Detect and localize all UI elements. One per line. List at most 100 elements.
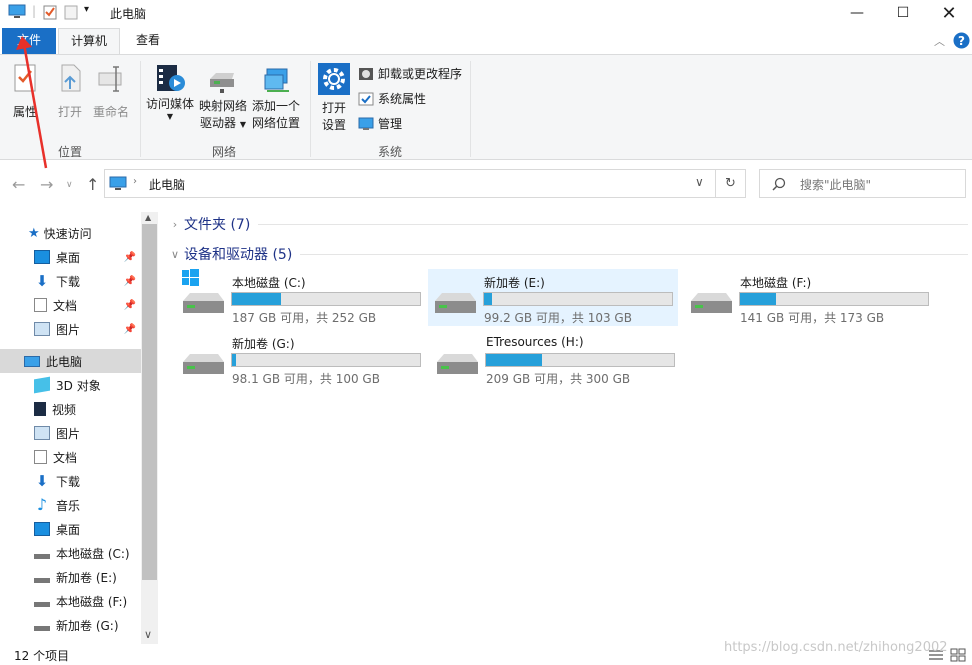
nav-this-pc[interactable]: 此电脑 [0,349,142,373]
access-media-button[interactable]: 访问媒体 ▼ [145,61,195,121]
nav-downloads[interactable]: ⬇ 下载 [0,469,142,493]
nav-quick-access[interactable]: ★ 快速访问 [0,221,142,245]
drive-tile[interactable]: ETresources (H:) 209 GB 可用，共 300 GB [430,330,680,387]
nav-label: 文档 [53,298,78,313]
nav-scrollbar-thumb[interactable] [142,224,157,580]
group-divider [470,61,471,157]
hard-drive-icon [691,293,732,313]
refresh-button[interactable]: ↻ [716,169,746,198]
drive-tile[interactable]: 新加卷 (G:) 98.1 GB 可用，共 100 GB [176,330,426,387]
svg-text:?: ? [958,34,965,48]
forward-arrow-icon[interactable]: → [40,175,53,194]
expand-chevron-icon[interactable]: › [166,218,184,231]
recent-locations-chevron-icon[interactable]: ∨ [66,180,73,190]
minimize-button[interactable]: — [834,0,880,26]
devices-group-label: 设备和驱动器 (5) [184,247,293,263]
nav-desktop[interactable]: 桌面 [0,517,142,541]
document-icon [34,450,47,464]
manage-label: 管理 [378,117,403,131]
system-properties-button[interactable]: 系统属性 [358,90,426,107]
map-network-drive-button[interactable]: 映射网络 驱动器 ▼ [196,69,250,133]
tab-file[interactable]: 文件 [2,28,56,54]
open-settings-line1: 打开 [321,101,346,115]
properties-button[interactable]: 属性 [6,63,44,121]
uninstall-label: 卸载或更改程序 [378,67,463,81]
pin-icon[interactable]: 📌 [124,252,136,263]
group-divider [300,253,968,255]
drive-name: 新加卷 (G:) [232,337,295,351]
nav-label: 新加卷 (E:) [56,570,117,585]
help-icon[interactable]: ? [953,32,970,49]
nav-videos[interactable]: 视频 [0,397,142,421]
add-network-location-button[interactable]: 添加一个 网络位置 [250,67,302,132]
drive-usage-bar [739,292,929,306]
open-button[interactable]: 打开 [52,63,88,121]
back-arrow-icon[interactable]: ← [12,175,25,194]
nav-pictures[interactable]: 图片 [0,421,142,445]
new-folder-quick-icon[interactable] [64,4,78,20]
nav-music[interactable]: ♪ 音乐 [0,493,142,517]
nav-label: 本地磁盘 (F:) [56,594,128,609]
windows-drive-icon [183,293,224,313]
open-settings-button[interactable]: 打开 设置 [316,63,352,134]
address-dropdown-chevron-icon[interactable]: ∨ [695,175,704,189]
drive-tile[interactable]: 本地磁盘 (C:) 187 GB 可用，共 252 GB [176,269,426,326]
close-button[interactable]: ✕ [926,0,972,26]
rename-icon [98,66,122,92]
large-icons-view-icon[interactable] [950,648,966,662]
collapse-ribbon-icon[interactable]: ︿ [934,33,945,49]
windows-logo-icon [182,269,199,286]
pin-icon[interactable]: 📌 [124,276,136,287]
properties-quick-icon[interactable] [42,4,58,20]
search-box[interactable]: 搜索"此电脑" [759,169,966,198]
nav-quick-downloads[interactable]: ⬇ 下载 📌 [0,269,142,293]
rename-button[interactable]: 重命名 [90,63,132,121]
nav-documents[interactable]: 文档 [0,445,142,469]
nav-drive-g[interactable]: 新加卷 (G:) [0,613,142,637]
collapse-chevron-icon[interactable]: ∨ [166,248,184,261]
desktop-icon [34,250,50,264]
search-placeholder: 搜索"此电脑" [800,178,872,192]
drive-tile[interactable]: 新加卷 (E:) 99.2 GB 可用，共 103 GB [428,269,678,326]
pin-icon[interactable]: 📌 [124,324,136,335]
open-icon [61,64,81,92]
tab-view[interactable]: 查看 [124,28,172,54]
media-icon [157,65,185,91]
nav-label: 下载 [56,274,81,289]
nav-quick-documents[interactable]: 文档 📌 [0,293,142,317]
uninstall-program-button[interactable]: 卸载或更改程序 [358,65,462,82]
network-drive-icon [210,73,234,93]
nav-quick-pictures[interactable]: 图片 📌 [0,317,142,341]
up-arrow-icon[interactable]: ↑ [86,175,99,194]
group-label-network: 网络 [212,145,237,159]
breadcrumb-this-pc[interactable]: 此电脑 [149,176,185,193]
computer-icon [109,176,127,190]
drive-usage-fill [486,354,543,366]
map-drive-label-line2: 驱动器 ▼ [196,115,250,133]
customize-quick-access-icon[interactable]: ▾ [84,4,89,20]
open-label: 打开 [57,105,82,119]
hard-drive-icon [34,571,50,583]
drive-name: 本地磁盘 (C:) [232,276,306,290]
star-icon: ★ [28,225,40,241]
nav-3d-objects[interactable]: 3D 对象 [0,373,142,397]
pin-icon[interactable]: 📌 [124,300,136,311]
drive-tile[interactable]: 本地磁盘 (F:) 141 GB 可用，共 173 GB [684,269,934,326]
maximize-button[interactable]: ☐ [880,0,926,26]
open-settings-line2: 设置 [321,118,346,132]
address-bar[interactable]: › 此电脑 ∨ [104,169,716,198]
manage-icon [358,117,374,130]
tab-computer[interactable]: 计算机 [58,28,120,54]
nav-drive-f[interactable]: 本地磁盘 (F:) [0,589,142,613]
scroll-up-chevron-icon[interactable]: ▲ [145,213,151,222]
manage-button[interactable]: 管理 [358,115,402,132]
nav-label: 下载 [56,474,81,489]
nav-quick-desktop[interactable]: 桌面 📌 [0,245,142,269]
folders-group-header[interactable]: › 文件夹 (7) [160,212,972,236]
group-divider [258,223,968,225]
devices-group-header[interactable]: ∨ 设备和驱动器 (5) [160,242,972,266]
nav-drive-c[interactable]: 本地磁盘 (C:) [0,541,142,565]
nav-drive-e[interactable]: 新加卷 (E:) [0,565,142,589]
scroll-down-chevron-icon[interactable]: ∨ [144,628,152,641]
map-drive-label-line1: 映射网络 [198,99,247,113]
